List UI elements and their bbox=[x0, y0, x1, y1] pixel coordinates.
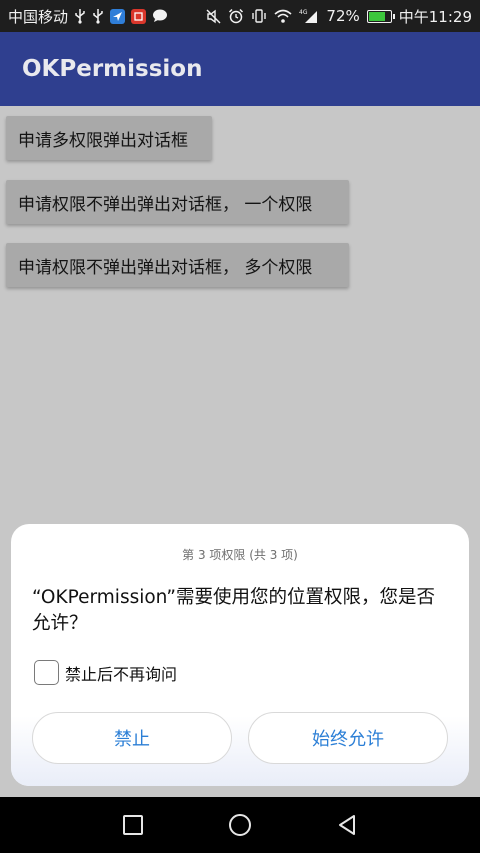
usb-icon bbox=[74, 8, 86, 24]
alarm-icon bbox=[228, 8, 244, 24]
recents-icon[interactable] bbox=[113, 805, 153, 845]
request-multiple-permissions-button[interactable]: 申请多权限弹出对话框 bbox=[6, 116, 212, 160]
app-bar: OKPermission bbox=[0, 32, 480, 106]
chat-icon bbox=[152, 8, 168, 24]
status-bar: 中国移动 4G 72% 中午11:29 bbox=[0, 0, 480, 32]
request-single-permission-button[interactable]: 申请权限不弹出弹出对话框， 一个权限 bbox=[6, 180, 349, 224]
clock: 中午11:29 bbox=[398, 7, 472, 26]
battery-level-fill bbox=[368, 11, 386, 21]
battery-icon bbox=[366, 9, 395, 23]
app-title: OKPermission bbox=[22, 56, 203, 82]
dont-ask-again-checkbox[interactable] bbox=[34, 660, 59, 685]
svg-text:4G: 4G bbox=[299, 9, 308, 16]
dont-ask-again-label: 禁止后不再询问 bbox=[65, 664, 178, 684]
dont-ask-again-option[interactable]: 禁止后不再询问 bbox=[34, 660, 177, 685]
deny-button[interactable]: 禁止 bbox=[32, 712, 232, 764]
usb-icon bbox=[92, 8, 104, 24]
permission-message: “OKPermission”需要使用您的位置权限，您是否允许？ bbox=[32, 587, 435, 634]
status-left: 中国移动 bbox=[8, 6, 168, 27]
request-multiple-permissions-no-dialog-button[interactable]: 申请权限不弹出弹出对话框， 多个权限 bbox=[6, 243, 349, 287]
home-icon[interactable] bbox=[220, 805, 260, 845]
navigation-bar bbox=[0, 797, 480, 853]
mute-icon bbox=[206, 8, 221, 24]
vibrate-icon bbox=[251, 8, 267, 24]
back-icon[interactable] bbox=[327, 805, 367, 845]
battery-percent: 72% bbox=[326, 7, 360, 25]
status-right: 4G 72% 中午11:29 bbox=[206, 6, 472, 27]
always-allow-button[interactable]: 始终允许 bbox=[248, 712, 448, 764]
permission-dialog: 第 3 项权限 (共 3 项) “OKPermission”需要使用您的位置权限… bbox=[11, 524, 469, 786]
navigation-app-icon bbox=[110, 8, 126, 24]
notification-app-icon bbox=[131, 8, 147, 24]
signal-icon: 4G bbox=[299, 8, 319, 24]
wifi-icon bbox=[274, 8, 292, 24]
carrier-label: 中国移动 bbox=[8, 7, 69, 26]
permission-counter: 第 3 项权限 (共 3 项) bbox=[182, 548, 298, 562]
